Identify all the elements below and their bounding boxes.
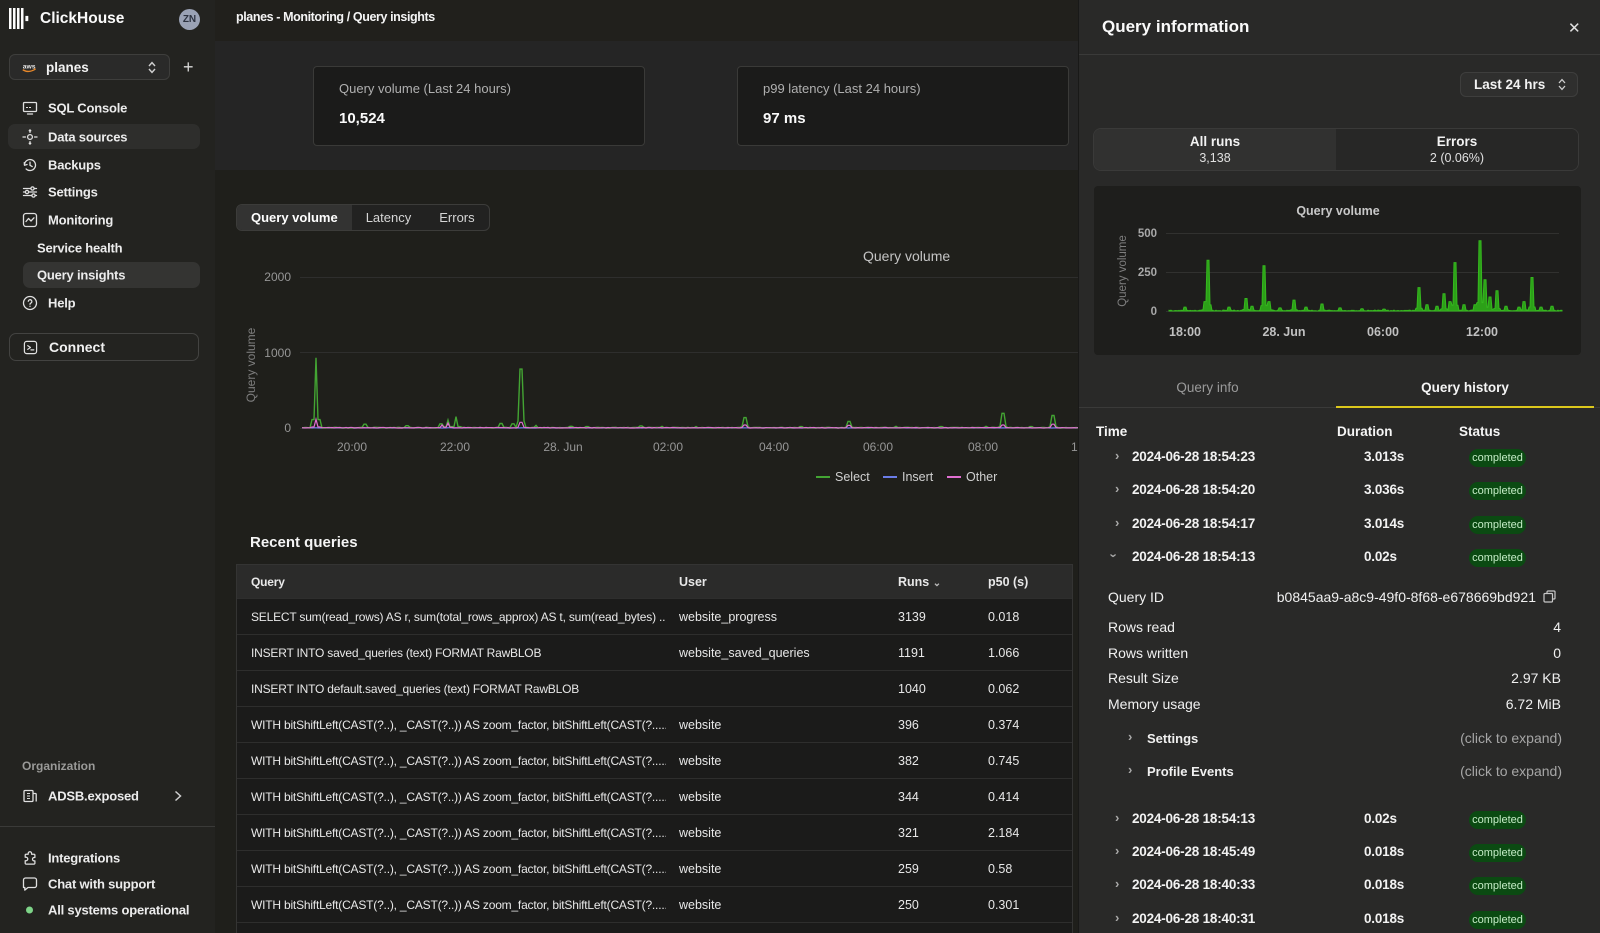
svg-text:06:00: 06:00 [1367, 325, 1399, 339]
svg-text:28. Jun: 28. Jun [1262, 325, 1305, 339]
svg-text:04:00: 04:00 [759, 440, 789, 454]
svg-text:Select: Select [835, 470, 870, 484]
svg-text:20:00: 20:00 [337, 440, 367, 454]
svg-text:18:00: 18:00 [1169, 325, 1201, 339]
svg-text:08:00: 08:00 [968, 440, 998, 454]
svg-text:250: 250 [1138, 267, 1157, 279]
svg-text:Query volume: Query volume [1296, 204, 1379, 218]
svg-text:02:00: 02:00 [653, 440, 683, 454]
svg-text:1000: 1000 [264, 346, 291, 360]
svg-text:Query volume: Query volume [244, 327, 258, 402]
svg-text:06:00: 06:00 [863, 440, 893, 454]
svg-text:0: 0 [1151, 306, 1157, 318]
svg-text:aws: aws [23, 63, 36, 70]
svg-text:10:00: 10:00 [1071, 440, 1078, 454]
svg-text:12:00: 12:00 [1466, 325, 1498, 339]
svg-text:Query volume: Query volume [1117, 235, 1129, 307]
svg-text:500: 500 [1138, 228, 1157, 240]
svg-text:22:00: 22:00 [440, 440, 470, 454]
svg-text:2000: 2000 [264, 270, 291, 284]
svg-text:Insert: Insert [902, 470, 934, 484]
svg-text:28. Jun: 28. Jun [543, 440, 582, 454]
svg-text:Other: Other [966, 470, 997, 484]
svg-text:0: 0 [284, 421, 291, 435]
